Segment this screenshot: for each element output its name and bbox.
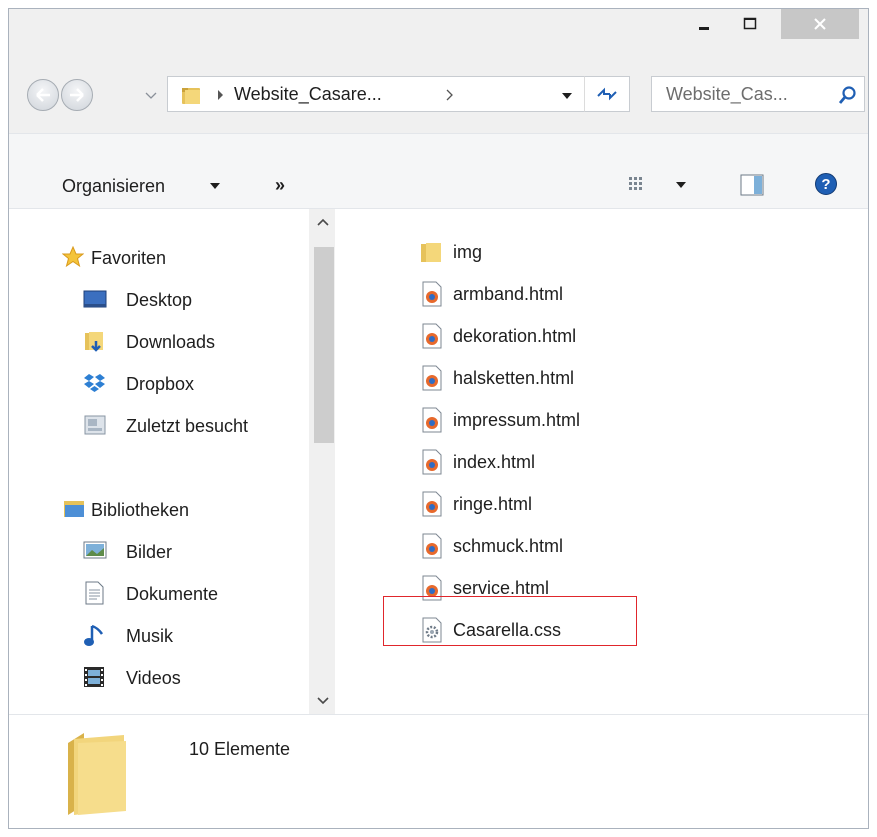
folder-icon [182,88,200,104]
videos-icon [84,667,104,687]
scrollbar-thumb[interactable] [314,247,334,443]
folder-large-icon [68,733,126,815]
html-file-icon [422,449,442,475]
refresh-button[interactable] [584,76,630,112]
nav-item-downloads[interactable]: Downloads [126,332,215,353]
html-file-icon [422,323,442,349]
music-icon [84,624,104,646]
back-arrow-icon [36,88,50,102]
forward-button[interactable] [61,79,93,111]
file-name: img [453,242,483,262]
help-icon[interactable]: ? [814,172,838,196]
back-button[interactable] [27,79,59,111]
nav-item-dropbox[interactable]: Dropbox [126,374,194,395]
nav-item-desktop[interactable]: Desktop [126,290,192,311]
more-commands-button[interactable]: » [275,175,285,196]
navigation-pane: Favoriten Desktop Downloads Dropbox Zule… [9,209,309,714]
downloads-icon [85,332,103,352]
nav-item-pictures[interactable]: Bilder [126,542,172,563]
file-name: schmuck.html [453,536,564,556]
address-field[interactable]: Website_Casare... [167,76,629,112]
item-count: 10 Elemente [189,739,291,759]
command-bar: Organisieren » ? [9,133,868,209]
breadcrumb-chevron-icon[interactable] [445,88,455,102]
nav-group-libraries[interactable]: Bibliotheken [91,500,189,521]
nav-item-documents[interactable]: Dokumente [126,584,218,605]
refresh-icon [597,87,617,101]
minimize-icon [699,27,709,30]
recent-locations-chevron-icon[interactable] [144,91,158,101]
html-file-icon [422,407,442,433]
preview-pane-icon[interactable] [740,174,764,196]
file-name: impressum.html [453,410,581,430]
details-pane: 10 Elemente [9,714,868,828]
forward-arrow-icon [70,88,84,102]
documents-icon [85,581,104,605]
nav-group-favorites[interactable]: Favoriten [91,248,166,269]
dropbox-icon [84,374,105,392]
address-bar-row: Website_Casare... Website_Cas... [9,64,868,120]
search-placeholder: Website_Cas... [666,84,788,104]
scroll-up-icon[interactable] [316,217,330,227]
html-file-icon [422,281,442,307]
navigation-scrollbar[interactable] [309,209,335,714]
pictures-icon [83,541,107,559]
view-dropdown-icon[interactable] [675,181,687,189]
address-dropdown-icon[interactable] [560,91,574,101]
title-bar [9,9,868,53]
organize-menu-button[interactable]: Organisieren [62,176,165,197]
file-name: index.html [453,452,536,472]
html-file-icon [422,491,442,517]
libraries-icon [64,501,84,517]
svg-text:?: ? [821,176,830,193]
desktop-icon [83,290,107,308]
nav-item-recent[interactable]: Zuletzt besucht [126,416,248,437]
html-file-icon [422,533,442,559]
search-icon[interactable] [838,85,858,105]
file-name: dekoration.html [453,326,577,346]
html-file-icon [422,365,442,391]
breadcrumb-chevron-icon [218,90,223,100]
highlight-box [383,596,637,646]
view-options-icon[interactable] [628,176,646,194]
breadcrumb-path-segment[interactable]: Website_Casare... [234,84,382,105]
search-field[interactable]: Website_Cas... [651,76,865,112]
close-icon [814,18,826,30]
folder-icon [421,243,441,262]
chevron-down-icon [210,183,220,189]
file-name: armband.html [453,284,564,304]
maximize-button[interactable] [727,9,773,39]
maximize-icon [743,17,757,30]
nav-item-videos[interactable]: Videos [126,668,181,689]
recent-places-icon [84,415,106,435]
minimize-button[interactable] [681,9,727,39]
file-name: ringe.html [453,494,533,514]
scroll-down-icon[interactable] [316,696,330,706]
close-button[interactable] [781,9,859,39]
nav-item-music[interactable]: Musik [126,626,173,647]
star-icon [62,246,84,268]
explorer-window: Website_Casare... Website_Cas... Organis… [8,8,869,829]
file-name: halsketten.html [453,368,575,388]
